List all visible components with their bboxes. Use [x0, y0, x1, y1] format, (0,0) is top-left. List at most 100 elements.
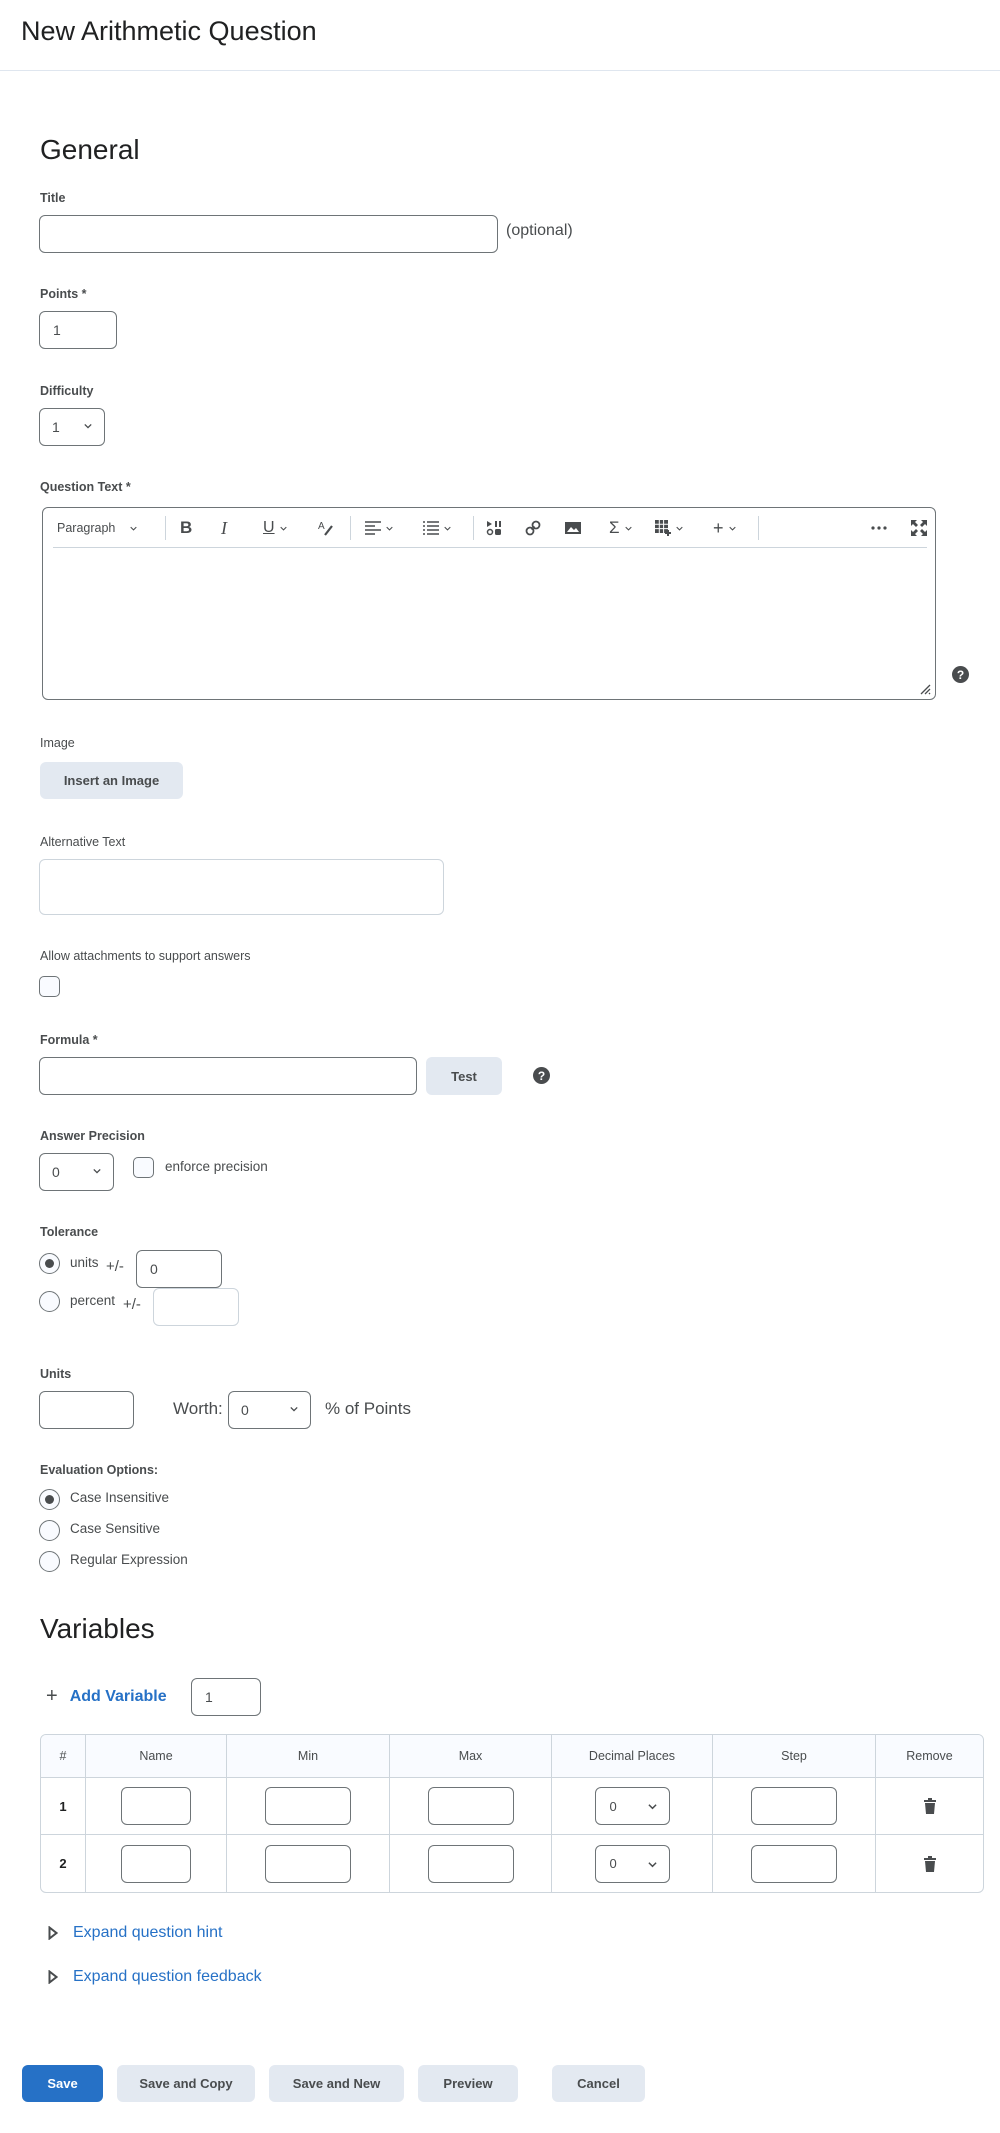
evaluation-case-insensitive-label: Case Insensitive	[70, 1490, 170, 1505]
save-button[interactable]: Save	[22, 2065, 103, 2102]
variable-max-input[interactable]	[427, 1787, 514, 1825]
page-title: New Arithmetic Question	[21, 16, 317, 46]
test-formula-button[interactable]: Test	[426, 1057, 502, 1095]
image-icon	[565, 522, 581, 534]
variable-name-input[interactable]	[121, 1844, 191, 1883]
variable-step-input[interactable]	[751, 1787, 837, 1825]
variable-min-input[interactable]	[265, 1844, 351, 1883]
chevron-down-icon	[444, 526, 451, 531]
underline-icon: U	[263, 519, 275, 536]
evaluation-regex-radio[interactable]	[39, 1551, 60, 1572]
tolerance-units-radio[interactable]	[39, 1253, 60, 1274]
chevron-down-icon	[93, 1168, 101, 1174]
title-input[interactable]	[39, 215, 498, 253]
expand-question-feedback[interactable]: Expand question feedback	[48, 1968, 262, 1986]
difficulty-value: 1	[52, 419, 60, 435]
toolbar-divider	[350, 516, 351, 540]
toolbar-divider	[758, 516, 759, 540]
answer-precision-value: 0	[52, 1164, 60, 1180]
tolerance-percent-radio[interactable]	[39, 1291, 60, 1312]
link-icon	[525, 520, 541, 536]
underline-button[interactable]: U	[263, 516, 287, 540]
toolbar-divider	[165, 516, 166, 540]
expand-feedback-link[interactable]: Expand question feedback	[73, 1968, 262, 1986]
variable-name-input[interactable]	[121, 1787, 191, 1825]
chevron-down-icon	[279, 526, 287, 531]
text-format-button[interactable]: A	[317, 516, 335, 540]
chevron-down-icon	[647, 1861, 657, 1867]
more-button[interactable]	[871, 516, 887, 540]
variable-step-input[interactable]	[751, 1844, 837, 1883]
format-select[interactable]: Paragraph	[57, 516, 138, 540]
variable-max-input[interactable]	[427, 1844, 514, 1883]
chevron-down-icon	[647, 1804, 657, 1810]
equation-button[interactable]: Σ	[609, 516, 632, 540]
column-header-min: Min	[227, 1735, 390, 1778]
question-text-editor[interactable]: Paragraph B I U A Σ +	[42, 507, 936, 700]
page-header: New Arithmetic Question	[0, 0, 1000, 71]
question-text-help-icon[interactable]: ?	[952, 666, 969, 683]
variables-section-title: Variables	[40, 1613, 155, 1644]
trash-icon[interactable]	[923, 1855, 936, 1872]
fullscreen-button[interactable]	[911, 516, 927, 540]
insert-button[interactable]: +	[713, 516, 736, 540]
save-and-copy-button[interactable]: Save and Copy	[117, 2065, 255, 2102]
list-button[interactable]	[423, 516, 451, 540]
worth-suffix: % of Points	[325, 1399, 411, 1418]
italic-button[interactable]: I	[221, 516, 227, 540]
expand-hint-link[interactable]: Expand question hint	[73, 1924, 222, 1942]
add-variable-count-input[interactable]	[191, 1678, 261, 1716]
editor-toolbar: Paragraph B I U A Σ +	[53, 508, 927, 548]
chevron-down-icon	[290, 1406, 298, 1412]
evaluation-regex-label: Regular Expression	[70, 1552, 188, 1567]
variable-decimal-places-select[interactable]: 0	[594, 1844, 670, 1883]
formula-input[interactable]	[39, 1057, 417, 1095]
table-header-row: # Name Min Max Decimal Places Step Remov…	[41, 1735, 983, 1778]
evaluation-case-insensitive-radio[interactable]	[39, 1489, 60, 1510]
title-optional-note: (optional)	[506, 222, 573, 239]
add-variable-button[interactable]: + Add Variable	[46, 1685, 167, 1708]
chevron-down-icon	[130, 526, 138, 531]
image-button[interactable]	[565, 516, 581, 540]
save-and-new-button[interactable]: Save and New	[269, 2065, 404, 2102]
points-label: Points *	[40, 287, 87, 301]
cancel-button[interactable]: Cancel	[552, 2065, 645, 2102]
points-input[interactable]	[39, 311, 117, 349]
table-row: 1 0	[41, 1778, 983, 1835]
allow-attachments-checkbox[interactable]	[39, 976, 60, 997]
column-header-remove: Remove	[876, 1735, 983, 1778]
worth-select[interactable]: 0	[228, 1391, 311, 1429]
insert-image-button[interactable]: Insert an Image	[40, 762, 183, 799]
alt-text-input[interactable]	[39, 859, 444, 915]
align-button[interactable]	[365, 516, 393, 540]
resize-handle-icon[interactable]	[919, 683, 931, 695]
table-button[interactable]	[655, 516, 683, 540]
answer-precision-select[interactable]: 0	[39, 1153, 114, 1191]
plus-icon: +	[46, 1685, 58, 1707]
align-left-icon	[365, 521, 381, 535]
bold-icon: B	[180, 518, 193, 537]
media-player-icon	[486, 521, 501, 536]
tolerance-percent-input[interactable]	[153, 1288, 239, 1326]
column-header-step: Step	[713, 1735, 876, 1778]
tolerance-units-input[interactable]	[136, 1250, 222, 1288]
toolbar-divider	[473, 516, 474, 540]
italic-icon: I	[221, 517, 227, 538]
units-input[interactable]	[39, 1391, 134, 1429]
preview-button[interactable]: Preview	[418, 2065, 518, 2102]
link-button[interactable]	[525, 516, 541, 540]
variable-decimal-places-select[interactable]: 0	[594, 1787, 670, 1825]
trash-icon[interactable]	[923, 1798, 936, 1815]
column-header-decimal-places: Decimal Places	[552, 1735, 713, 1778]
enforce-precision-checkbox[interactable]	[133, 1157, 154, 1178]
media-button[interactable]	[486, 516, 502, 540]
evaluation-case-sensitive-radio[interactable]	[39, 1520, 60, 1541]
expand-question-hint[interactable]: Expand question hint	[48, 1924, 222, 1942]
column-header-max: Max	[390, 1735, 552, 1778]
formula-help-icon[interactable]: ?	[533, 1067, 550, 1084]
bold-button[interactable]: B	[180, 516, 192, 540]
plus-icon: +	[713, 517, 724, 538]
chevron-down-icon	[676, 526, 683, 531]
difficulty-select[interactable]: 1	[39, 408, 105, 446]
variable-min-input[interactable]	[265, 1787, 351, 1825]
